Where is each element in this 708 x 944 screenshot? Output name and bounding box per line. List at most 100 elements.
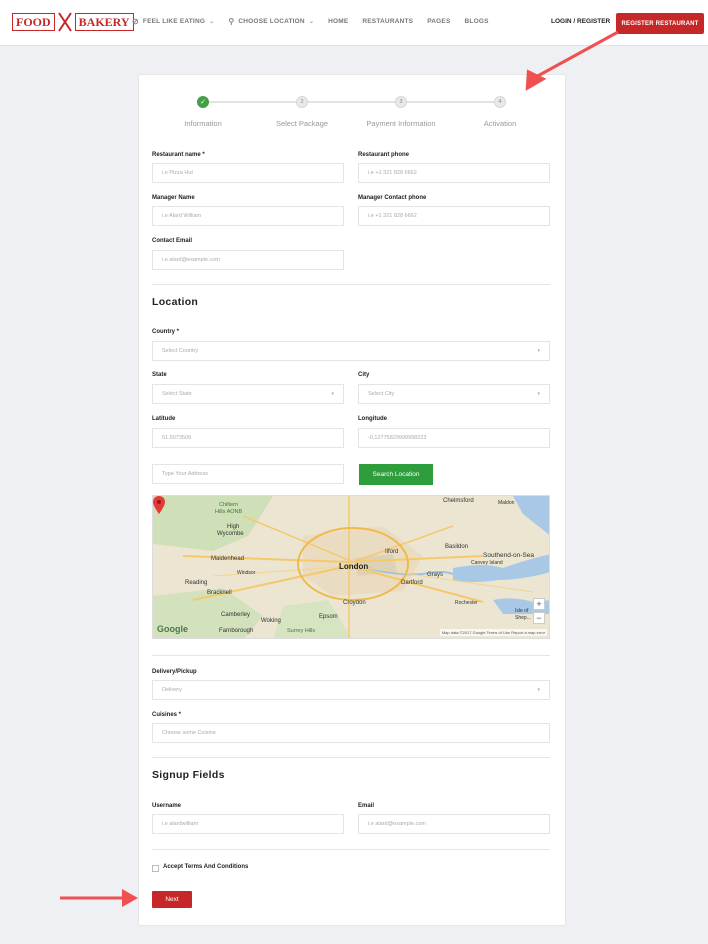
- map-label-basildon: Basildon: [445, 544, 469, 550]
- zoom-in-button[interactable]: +: [533, 598, 545, 610]
- step-label-information: Information: [184, 119, 222, 128]
- delivery-pickup-label: Delivery/Pickup: [152, 669, 197, 675]
- logo-bakery-text: BAKERY: [74, 13, 134, 31]
- map-label-croydon: Croydon: [343, 600, 366, 606]
- nav-label: FEEL LIKE EATING: [142, 18, 206, 25]
- chevron-down-icon: ▾: [537, 391, 540, 397]
- country-label: Country *: [152, 329, 179, 335]
- restaurant-name-input[interactable]: i.e Pizza Hut: [152, 163, 344, 183]
- manager-phone-input[interactable]: i.e +1 321 828 6662: [358, 206, 550, 226]
- country-select-value: Select Country: [162, 348, 199, 354]
- delivery-pickup-select[interactable]: Delivery ▾: [152, 680, 550, 700]
- longitude-input[interactable]: -0.12775829999998223: [358, 428, 550, 448]
- register-restaurant-button[interactable]: REGISTER RESTAURANT: [616, 13, 704, 34]
- map-label-dartford: Dartford: [401, 580, 423, 586]
- cuisines-input[interactable]: Choose some Cuisine: [152, 723, 550, 743]
- map-label-wycombe: Wycombe: [217, 531, 244, 537]
- divider: [152, 849, 550, 850]
- annotation-arrow-top: [525, 30, 619, 91]
- map-label-hills: Hills AONB: [215, 509, 243, 515]
- contact-email-input[interactable]: i.e alard@example.com: [152, 250, 344, 270]
- nav-label: HOME: [328, 18, 349, 25]
- state-label: State: [152, 372, 167, 378]
- map-attribution[interactable]: Map data ©2017 Google Terms of Use Repor…: [439, 629, 547, 636]
- latitude-label: Latitude: [152, 416, 176, 422]
- delivery-pickup-value: Delivery: [162, 687, 182, 693]
- registration-form-card: ✓ 2 3 4 Information Select Package Payme…: [138, 74, 566, 926]
- city-select-value: Select City: [368, 391, 395, 397]
- nav-pages[interactable]: PAGES: [427, 18, 450, 25]
- state-select-value: Select State: [162, 391, 192, 397]
- map-label-surrey-hills: Surrey Hills: [287, 628, 316, 634]
- map-label-farnborough: Farnborough: [219, 628, 254, 634]
- map-label-sheppey: Shep...: [515, 615, 531, 621]
- latitude-input[interactable]: 51.5073509: [152, 428, 344, 448]
- nav-blogs[interactable]: BLOGS: [465, 18, 489, 25]
- city-select[interactable]: Select City ▾: [358, 384, 550, 404]
- terms-label[interactable]: Accept Terms And Conditions: [163, 864, 248, 870]
- login-register-link[interactable]: LOGIN / REGISTER: [551, 18, 610, 25]
- manager-name-input[interactable]: i.e Alard William: [152, 206, 344, 226]
- map-label-woking: Woking: [261, 618, 281, 624]
- map-label-grays: Grays: [427, 572, 444, 578]
- map-label-canvey: Canvey Island: [471, 560, 503, 566]
- city-label: City: [358, 372, 370, 378]
- chevron-down-icon: ▾: [331, 391, 334, 397]
- nav-choose-location[interactable]: ⚲ CHOOSE LOCATION ⌄: [228, 17, 314, 26]
- map-label-rochester: Rochester: [455, 600, 478, 606]
- manager-name-label: Manager Name: [152, 195, 195, 201]
- contact-email-label: Contact Email: [152, 238, 193, 244]
- divider: [152, 757, 550, 758]
- signup-fields-title: Signup Fields: [152, 769, 225, 781]
- map-label-london: London: [339, 562, 369, 571]
- restaurant-phone-label: Restaurant phone: [358, 152, 410, 158]
- search-location-button[interactable]: Search Location: [359, 464, 433, 485]
- map-label-camberley: Camberley: [221, 612, 251, 618]
- step-1-check-icon: ✓: [197, 96, 209, 108]
- map-pin-icon[interactable]: [153, 496, 165, 514]
- state-select[interactable]: Select State ▾: [152, 384, 344, 404]
- country-select[interactable]: Select Country ▾: [152, 341, 550, 361]
- address-input[interactable]: Type Your Address: [152, 464, 344, 484]
- terms-checkbox[interactable]: [152, 865, 159, 872]
- username-input[interactable]: i.e alardwilliam: [152, 814, 344, 834]
- manager-phone-label: Manager Contact phone: [358, 195, 427, 201]
- annotation-arrow-bottom: [60, 889, 138, 907]
- email-label: Email: [358, 803, 375, 809]
- map-label-windsor: Windsor: [237, 570, 256, 576]
- map-label-high: High: [227, 524, 240, 530]
- chevron-down-icon: ⌄: [308, 19, 315, 25]
- step-label-select-package: Select Package: [275, 119, 329, 128]
- location-map[interactable]: Chelmsford Maldon Chiltern Hills AONB Hi…: [152, 495, 550, 639]
- next-button[interactable]: Next: [152, 891, 192, 908]
- restaurant-phone-input[interactable]: i.e +1 321 828 6662: [358, 163, 550, 183]
- cuisines-label: Cuisines *: [152, 712, 182, 718]
- nav-home[interactable]: HOME: [328, 18, 348, 25]
- steps-progress-line: [205, 101, 501, 103]
- zoom-out-button[interactable]: −: [533, 612, 545, 624]
- longitude-label: Longitude: [358, 416, 387, 422]
- nav-feel-like-eating[interactable]: ⊘ FEEL LIKE EATING ⌄: [132, 17, 214, 26]
- step-label-activation: Activation: [483, 119, 517, 128]
- nav-restaurants[interactable]: RESTAURANTS: [362, 18, 413, 25]
- map-label-chelmsford: Chelmsford: [443, 498, 474, 504]
- map-label-maldon: Maldon: [498, 500, 515, 506]
- map-label-reading: Reading: [185, 580, 208, 586]
- logo[interactable]: FOOD BAKERY: [12, 12, 134, 32]
- map-label-maidenhead: Maidenhead: [211, 556, 245, 562]
- nav-label: PAGES: [427, 18, 451, 25]
- map-label-southend: Southend-on-Sea: [483, 552, 534, 559]
- location-title: Location: [152, 296, 199, 308]
- divider: [152, 284, 550, 285]
- step-4-dot: 4: [494, 96, 506, 108]
- step-label-payment-information: Payment Information: [366, 119, 436, 128]
- email-input[interactable]: i.e alard@example.com: [358, 814, 550, 834]
- google-logo: Google: [157, 624, 188, 634]
- chevron-down-icon: ▾: [537, 687, 540, 693]
- nav-label: RESTAURANTS: [362, 18, 414, 25]
- divider: [152, 655, 550, 656]
- logo-food-text: FOOD: [12, 13, 55, 31]
- nav-label: BLOGS: [464, 18, 489, 25]
- map-label-chiltern: Chiltern: [219, 502, 238, 508]
- step-2-dot: 2: [296, 96, 308, 108]
